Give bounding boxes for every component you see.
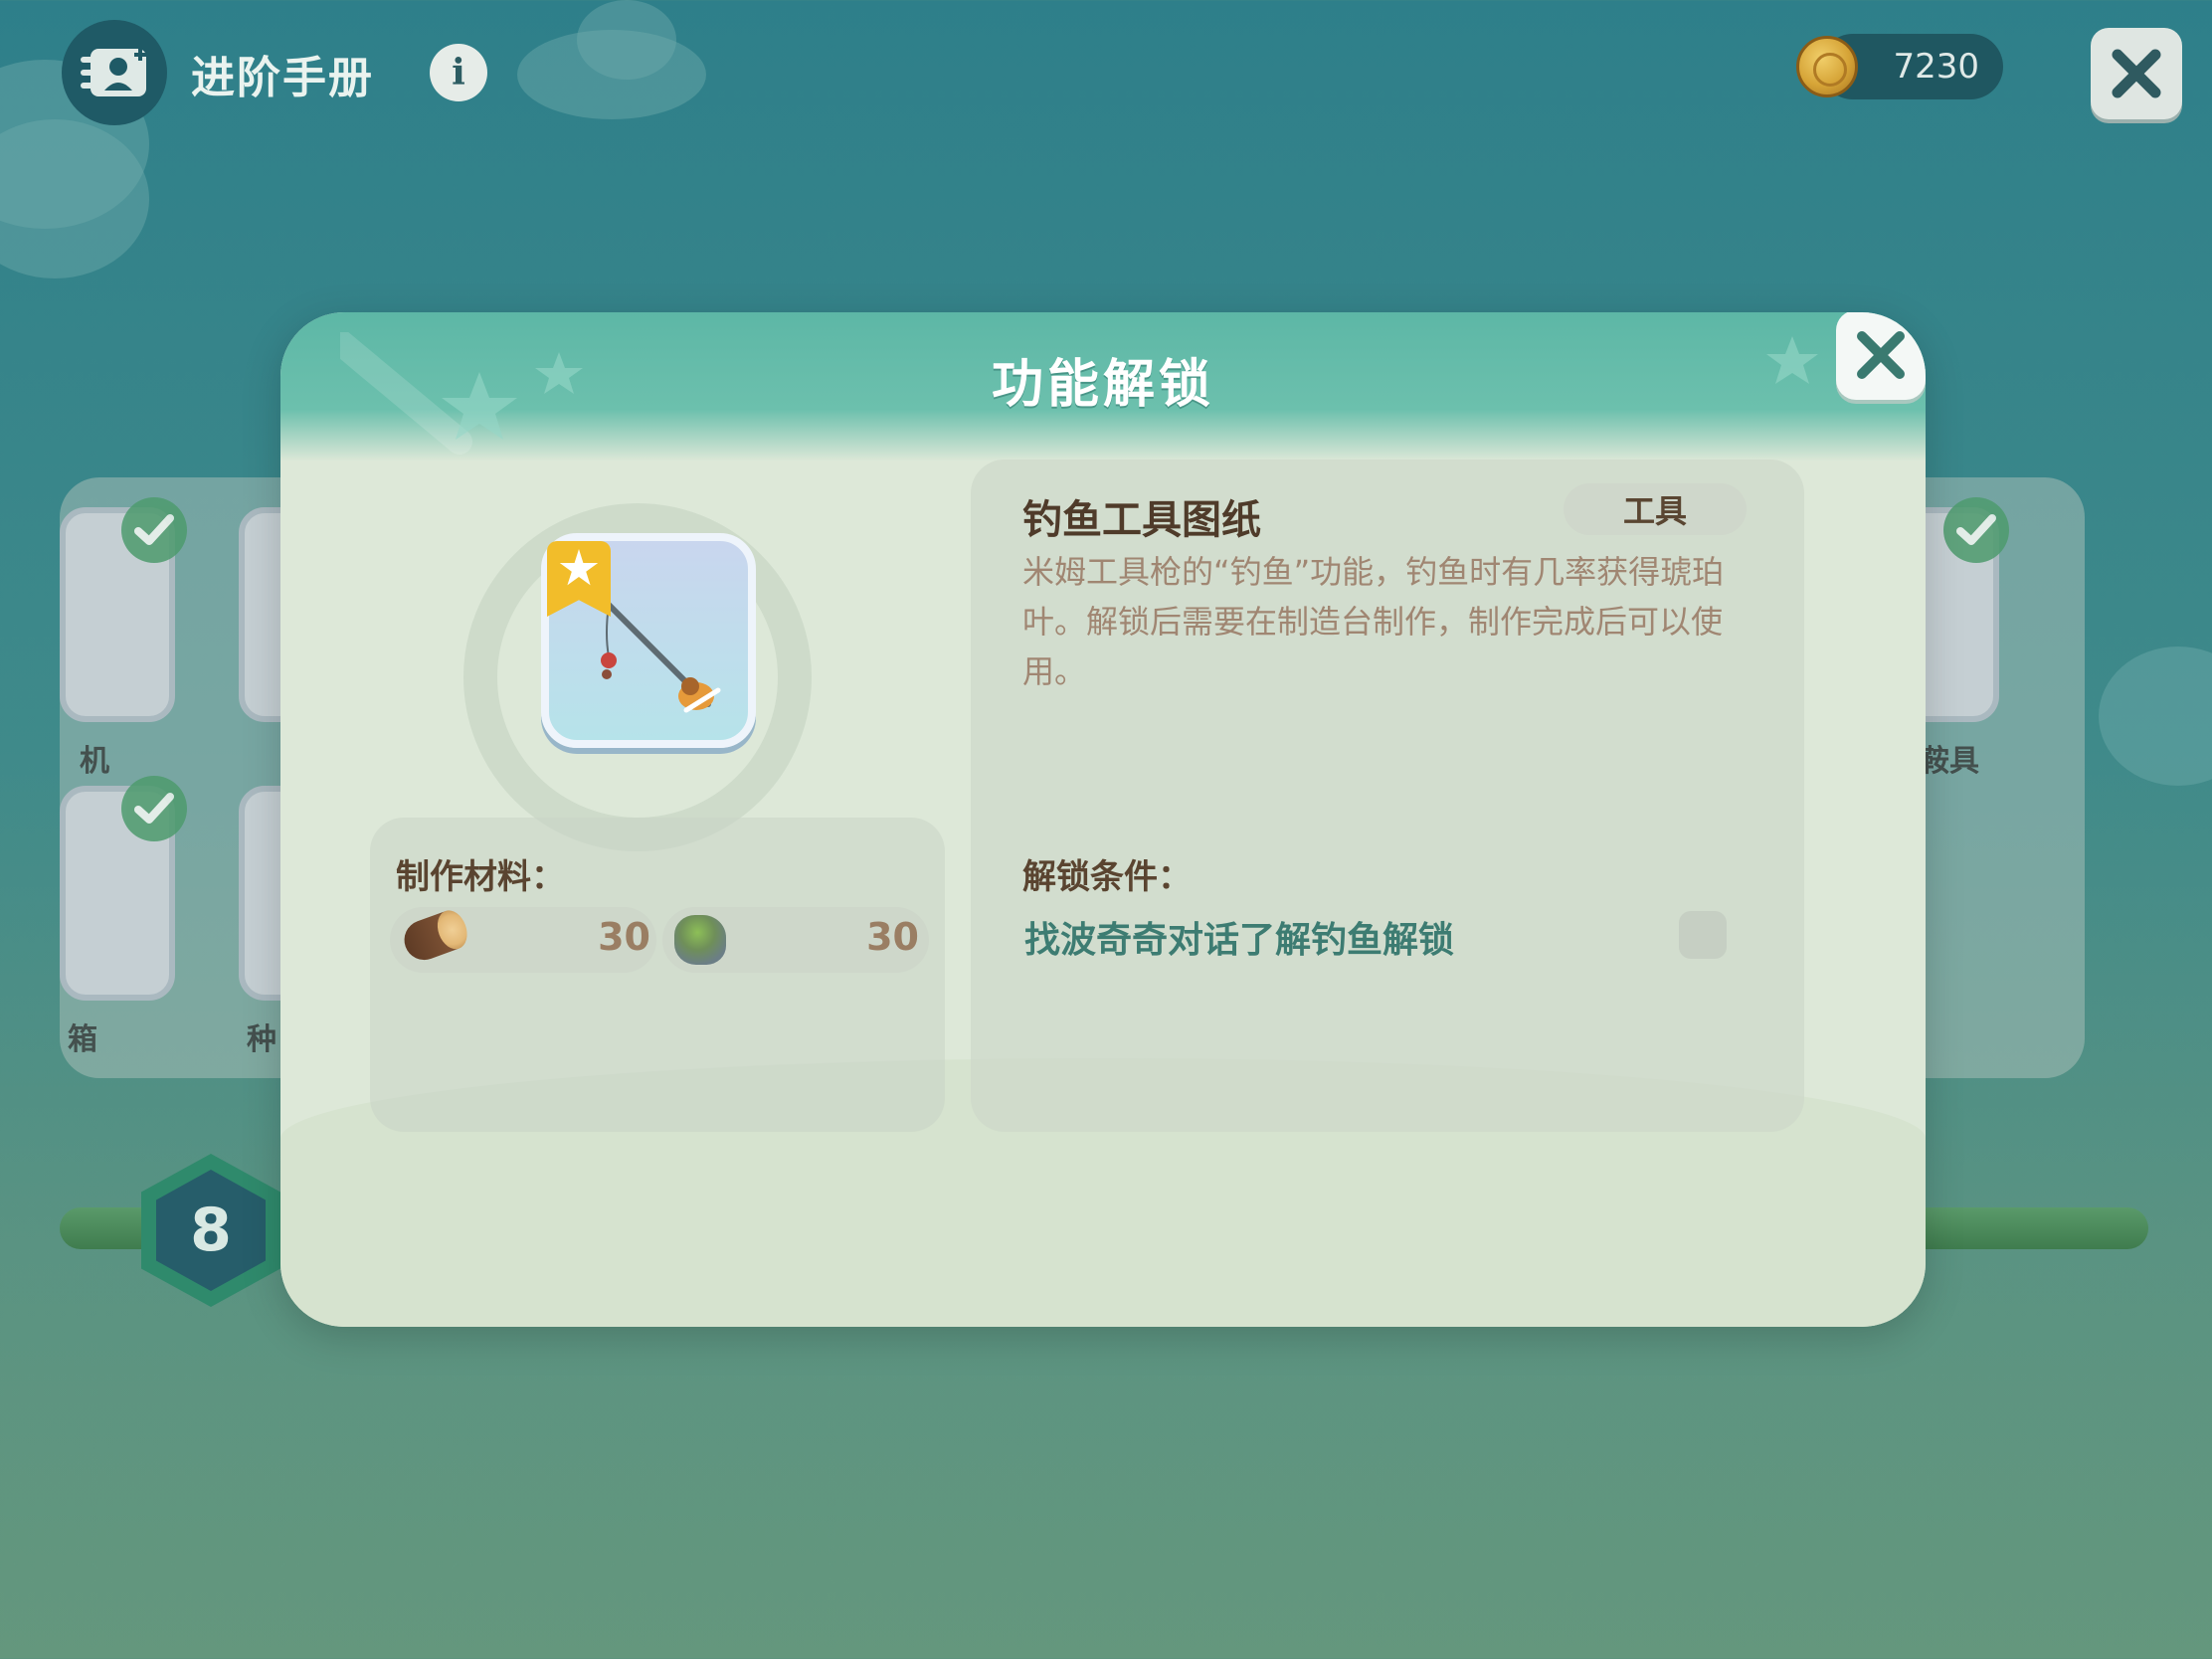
unlock-conditions-title: 解锁条件： xyxy=(1022,849,1192,898)
info-icon[interactable]: i xyxy=(430,44,487,101)
item-description: 米姆工具枪的“钓鱼”功能，钓鱼时有几率获得琥珀叶。解锁后需要在制造台制作，制作完… xyxy=(1022,547,1754,696)
page-title: 进阶手册 xyxy=(191,42,374,105)
material-count: 30 xyxy=(839,915,919,959)
coin-amount: 7230 xyxy=(1893,47,1979,87)
level-number: 8 xyxy=(156,1170,266,1291)
background-item-label: 鞍具 xyxy=(1920,736,1979,780)
cloud-decoration xyxy=(577,0,676,80)
check-icon xyxy=(121,776,187,841)
feature-unlock-dialog: 功能解锁 制作材料： 30 30 钓鱼工具图纸 工具 米姆工具枪的“钓鱼”功能，… xyxy=(280,312,1926,1327)
material-count: 30 xyxy=(571,915,650,959)
handbook-icon[interactable] xyxy=(62,20,167,125)
close-dialog-button[interactable] xyxy=(1836,312,1926,400)
background-item-label: 箱 xyxy=(68,1014,97,1058)
condition-checkbox xyxy=(1679,911,1727,959)
close-icon xyxy=(2110,47,2163,100)
close-handbook-button[interactable] xyxy=(2091,28,2182,119)
unlock-condition-text: 找波奇奇对话了解钓鱼解锁 xyxy=(1024,911,1454,963)
materials-title: 制作材料： xyxy=(396,849,565,898)
item-name: 钓鱼工具图纸 xyxy=(1022,487,1261,545)
check-icon xyxy=(121,497,187,563)
item-category-badge: 工具 xyxy=(1564,483,1747,535)
dialog-title: 功能解锁 xyxy=(280,342,1926,417)
level-badge: 8 xyxy=(141,1154,280,1307)
background-item-label: 机 xyxy=(80,736,109,780)
cloud-decoration xyxy=(2099,646,2212,786)
stone-icon xyxy=(674,915,726,965)
check-icon xyxy=(1943,497,2009,563)
close-icon xyxy=(1854,328,1908,382)
coin-icon xyxy=(1796,36,1858,97)
background-item-label: 种 xyxy=(247,1014,276,1058)
